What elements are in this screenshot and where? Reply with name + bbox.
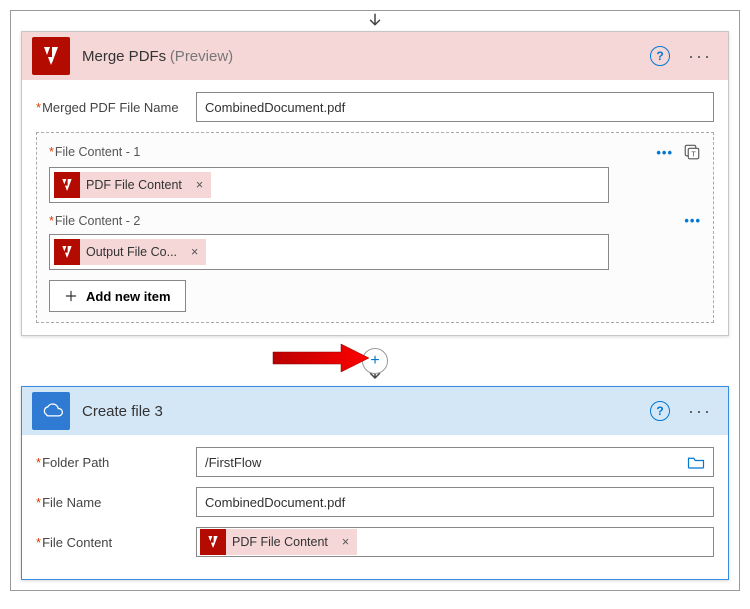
create-file-title: Create file 3 (82, 403, 163, 420)
token-pdf-file-content-1[interactable]: PDF File Content × (54, 172, 211, 198)
token-1-remove[interactable]: × (188, 178, 211, 192)
file-content-2-label: *File Content - 2 (49, 214, 140, 228)
required-marker: * (36, 100, 41, 115)
required-marker: * (49, 214, 54, 228)
add-new-item-label: Add new item (86, 289, 171, 304)
card-body-merge: *Merged PDF File Name CombinedDocument.p… (22, 80, 728, 335)
connector-top (11, 11, 739, 31)
folder-picker-icon[interactable] (687, 455, 705, 469)
file-content-1-input[interactable]: PDF File Content × (49, 167, 609, 203)
card-merge-pdfs: Merge PDFs (Preview) ? ··· *Merged PDF F… (21, 31, 729, 336)
file-name-input[interactable]: CombinedDocument.pdf (196, 487, 714, 517)
array-item-1: *File Content - 1 ••• T (49, 143, 701, 203)
onedrive-logo-icon (32, 392, 70, 430)
merged-filename-value: CombinedDocument.pdf (205, 100, 345, 115)
item-1-more-icon[interactable]: ••• (656, 145, 673, 160)
more-icon[interactable]: ··· (682, 401, 718, 422)
card-create-file: Create file 3 ? ··· *Folder Path /FirstF… (21, 386, 729, 580)
field-merged-filename: *Merged PDF File Name CombinedDocument.p… (36, 92, 714, 122)
token-2-remove[interactable]: × (183, 245, 206, 259)
token-1-text: PDF File Content (86, 178, 188, 192)
merge-title-text: Merge PDFs (82, 48, 166, 65)
file-name-label-text: File Name (42, 495, 101, 510)
file-content-1-label-text: File Content - 1 (55, 145, 140, 159)
file-content-input[interactable]: PDF File Content × (196, 527, 714, 557)
help-icon[interactable]: ? (650, 46, 670, 66)
token-2-text: Output File Co... (86, 245, 183, 259)
card-header-merge[interactable]: Merge PDFs (Preview) ? ··· (22, 32, 728, 80)
help-icon[interactable]: ? (650, 401, 670, 421)
more-icon[interactable]: ··· (682, 46, 718, 67)
adobe-logo-icon (32, 37, 70, 75)
file-content-2-input[interactable]: Output File Co... × (49, 234, 609, 270)
add-new-item-button[interactable]: Add new item (49, 280, 186, 312)
token-pdf-file-content-3[interactable]: PDF File Content × (200, 529, 357, 555)
file-content-label: *File Content (36, 535, 186, 550)
file-name-value: CombinedDocument.pdf (205, 495, 345, 510)
merge-preview-tag: (Preview) (170, 48, 233, 65)
folder-path-value: /FirstFlow (205, 455, 261, 470)
adobe-token-icon (200, 529, 226, 555)
required-marker: * (36, 495, 41, 510)
folder-path-label: *Folder Path (36, 455, 186, 470)
merged-filename-label: *Merged PDF File Name (36, 100, 186, 115)
card-title-merge: Merge PDFs (Preview) (82, 48, 233, 65)
token-output-file-content[interactable]: Output File Co... × (54, 239, 206, 265)
required-marker: * (49, 145, 54, 159)
file-content-2-label-text: File Content - 2 (55, 214, 140, 228)
file-name-label: *File Name (36, 495, 186, 510)
flow-canvas: Merge PDFs (Preview) ? ··· *Merged PDF F… (10, 10, 740, 591)
card-header-create-file[interactable]: Create file 3 ? ··· (22, 387, 728, 435)
token-3-text: PDF File Content (232, 535, 334, 549)
file-content-1-label: *File Content - 1 (49, 145, 140, 159)
merged-filename-label-text: Merged PDF File Name (42, 100, 179, 115)
connector-middle: + (11, 336, 739, 386)
plus-icon (64, 289, 78, 303)
required-marker: * (36, 535, 41, 550)
adobe-token-icon (54, 239, 80, 265)
file-content-label-text: File Content (42, 535, 112, 550)
adobe-token-icon (54, 172, 80, 198)
item-2-more-icon[interactable]: ••• (684, 213, 701, 228)
callout-arrow-icon (271, 338, 371, 378)
file-content-array: *File Content - 1 ••• T (36, 132, 714, 323)
folder-path-input[interactable]: /FirstFlow (196, 447, 714, 477)
merged-filename-input[interactable]: CombinedDocument.pdf (196, 92, 714, 122)
field-file-name: *File Name CombinedDocument.pdf (36, 487, 714, 517)
card-body-create-file: *Folder Path /FirstFlow *File Name Combi… (22, 435, 728, 579)
field-file-content: *File Content PDF File Content × (36, 527, 714, 557)
array-item-2: *File Content - 2 ••• Output File Co... (49, 213, 701, 270)
dynamic-content-picker-icon[interactable]: T (683, 143, 701, 161)
svg-text:T: T (691, 150, 696, 159)
folder-path-label-text: Folder Path (42, 455, 109, 470)
arrow-down-icon (366, 12, 384, 30)
required-marker: * (36, 455, 41, 470)
field-folder-path: *Folder Path /FirstFlow (36, 447, 714, 477)
token-3-remove[interactable]: × (334, 535, 357, 549)
